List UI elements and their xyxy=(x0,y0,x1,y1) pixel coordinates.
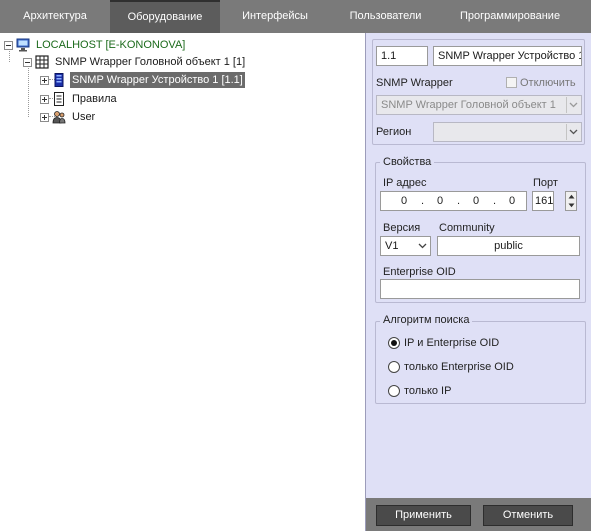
parent-object-value: SNMP Wrapper Головной объект 1 xyxy=(381,99,556,111)
port-field[interactable]: 161 xyxy=(532,191,554,211)
tree-node-head-object[interactable]: SNMP Wrapper Головной объект 1 [1] xyxy=(23,54,247,70)
parent-object-select: SNMP Wrapper Головной объект 1 xyxy=(376,95,582,115)
spin-up-icon[interactable] xyxy=(566,192,576,201)
radio-label[interactable]: только Enterprise OID xyxy=(404,360,514,374)
tree-label: Правила xyxy=(72,93,117,105)
object-type-label: SNMP Wrapper xyxy=(376,77,453,89)
action-bar: Применить Отменить xyxy=(365,498,591,531)
radio-label[interactable]: IP и Enterprise OID xyxy=(404,336,499,350)
ip-octet-1[interactable]: 0 xyxy=(401,194,407,208)
ip-octet-3[interactable]: 0 xyxy=(473,194,479,208)
rules-document-icon xyxy=(52,92,66,106)
ip-dot: . xyxy=(457,195,461,207)
tree-node-rules[interactable]: Правила xyxy=(40,91,119,107)
port-label: Порт xyxy=(533,177,558,189)
search-algorithm-title: Алгоритм поиска xyxy=(380,314,473,326)
ip-octet-4[interactable]: 0 xyxy=(509,194,515,208)
apply-button[interactable]: Применить xyxy=(376,505,471,526)
object-tree: LOCALHOST [E-KONONOVA] SNMP Wrapper Голо… xyxy=(0,33,365,531)
radio-label[interactable]: только IP xyxy=(404,384,451,398)
radio-ip-only[interactable] xyxy=(388,385,400,397)
region-select[interactable] xyxy=(433,122,582,142)
spin-down-icon[interactable] xyxy=(566,201,576,210)
ip-dot: . xyxy=(493,195,497,207)
collapse-toggle[interactable] xyxy=(4,40,13,50)
version-select[interactable]: V1 xyxy=(380,236,431,256)
tree-node-device[interactable]: SNMP Wrapper Устройство 1 [1.1] xyxy=(40,72,245,88)
tree-label: SNMP Wrapper Устройство 1 [1.1] xyxy=(70,72,245,88)
radio-ip-enterprise-oid[interactable] xyxy=(388,337,400,349)
tab-users[interactable]: Пользователи xyxy=(330,0,441,33)
chevron-down-icon xyxy=(566,97,580,113)
tree-label: LOCALHOST [E-KONONOVA] xyxy=(36,39,186,51)
expand-toggle[interactable] xyxy=(40,112,49,122)
disable-checkbox-label: Отключить xyxy=(520,77,576,89)
disable-checkbox[interactable] xyxy=(506,77,517,88)
network-grid-icon xyxy=(35,55,49,69)
ip-address-label: IP адрес xyxy=(383,177,427,189)
tree-connector xyxy=(28,62,29,117)
tree-node-localhost[interactable]: LOCALHOST [E-KONONOVA] xyxy=(4,37,187,53)
properties-panel: 1.1 SNMP Wrapper Устройство 1 SNMP Wrapp… xyxy=(365,33,591,498)
tab-architecture[interactable]: Архитектура xyxy=(0,0,110,33)
chevron-down-icon xyxy=(566,124,580,140)
computer-icon xyxy=(16,38,30,52)
tab-bar: Архитектура Оборудование Интерфейсы Поль… xyxy=(0,0,591,33)
port-spinner[interactable] xyxy=(565,191,577,211)
version-value: V1 xyxy=(385,240,399,252)
tab-interfaces[interactable]: Интерфейсы xyxy=(220,0,330,33)
expand-toggle[interactable] xyxy=(40,75,49,85)
user-group-icon xyxy=(52,110,66,124)
chevron-down-icon xyxy=(415,238,429,254)
properties-group-title: Свойства xyxy=(380,156,435,168)
enterprise-oid-label: Enterprise OID xyxy=(383,266,456,278)
tree-label: SNMP Wrapper Головной объект 1 [1] xyxy=(55,56,246,68)
cancel-button[interactable]: Отменить xyxy=(483,505,573,526)
region-label: Регион xyxy=(376,126,412,138)
tree-node-user[interactable]: User xyxy=(40,109,97,125)
radio-enterprise-oid-only[interactable] xyxy=(388,361,400,373)
community-field[interactable]: public xyxy=(437,236,580,256)
community-label: Community xyxy=(439,222,495,234)
enterprise-oid-field[interactable] xyxy=(380,279,580,299)
expand-toggle[interactable] xyxy=(40,94,49,104)
collapse-toggle[interactable] xyxy=(23,57,32,67)
device-icon xyxy=(52,73,66,87)
ip-octet-2[interactable]: 0 xyxy=(437,194,443,208)
version-label: Версия xyxy=(383,222,421,234)
object-id-field[interactable]: 1.1 xyxy=(376,46,428,66)
ip-address-field[interactable]: 0 . 0 . 0 . 0 xyxy=(380,191,527,211)
tree-label: User xyxy=(72,111,96,123)
ip-dot: . xyxy=(421,195,425,207)
tab-programming[interactable]: Программирование xyxy=(441,0,591,33)
object-name-field[interactable]: SNMP Wrapper Устройство 1 xyxy=(433,46,582,66)
tab-equipment[interactable]: Оборудование xyxy=(110,0,220,33)
